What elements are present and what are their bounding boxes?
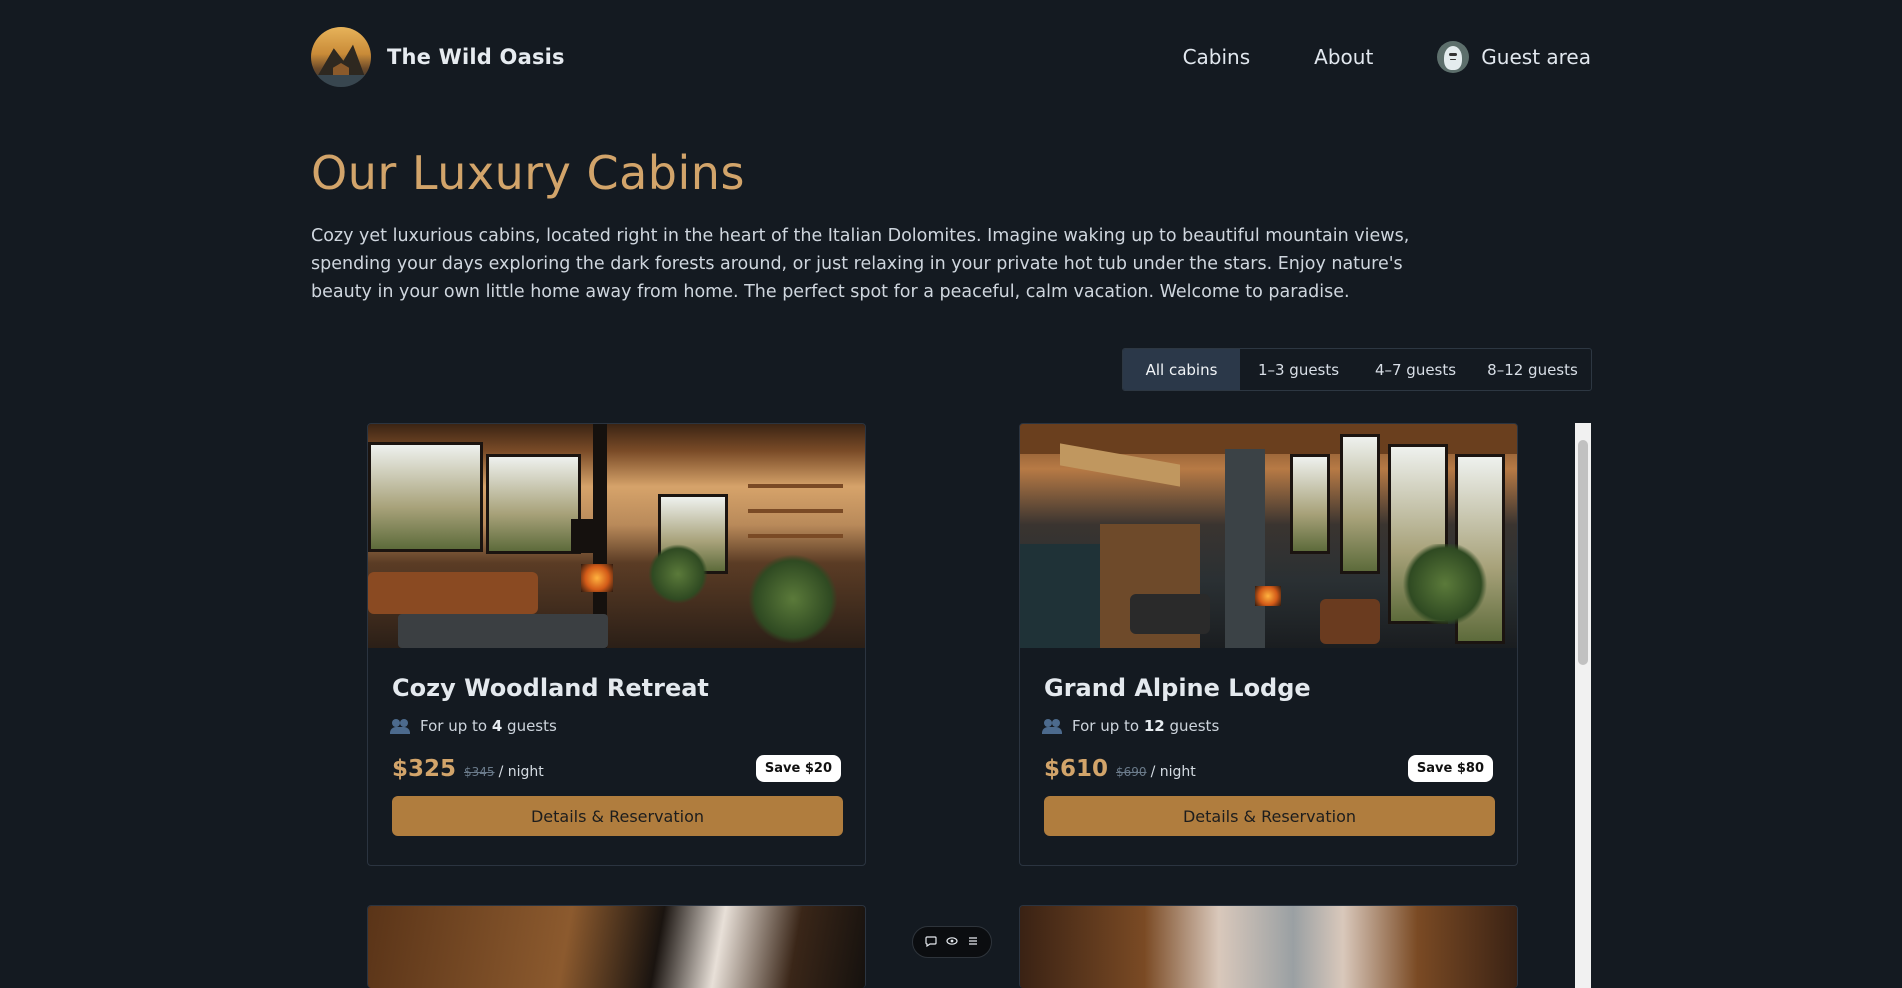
old-price: $690 <box>1116 764 1147 779</box>
menu-icon[interactable] <box>967 935 979 950</box>
cabin-image <box>1020 424 1517 648</box>
nav-guest-area[interactable]: Guest area <box>1437 41 1591 73</box>
page-title: Our Luxury Cabins <box>311 146 745 200</box>
cabin-card-partial <box>367 905 866 988</box>
main-nav: Cabins About Guest area <box>1183 41 1591 73</box>
discount-badge: Save $80 <box>1407 755 1493 782</box>
cabin-capacity: For up to 4 guests <box>390 717 841 735</box>
capacity-count: 12 <box>1143 717 1165 735</box>
page-intro: Cozy yet luxurious cabins, located right… <box>311 226 1410 302</box>
cabin-name: Grand Alpine Lodge <box>1044 674 1311 702</box>
guest-area-label: Guest area <box>1481 45 1591 69</box>
old-price: $345 <box>464 764 495 779</box>
users-icon <box>390 719 410 734</box>
nav-cabins[interactable]: Cabins <box>1183 45 1251 69</box>
brand-name: The Wild Oasis <box>387 45 565 69</box>
comment-icon[interactable] <box>925 935 937 950</box>
capacity-filter: All cabins 1–3 guests 4–7 guests 8–12 gu… <box>1122 348 1592 391</box>
cabin-name: Cozy Woodland Retreat <box>392 674 709 702</box>
filter-8-12[interactable]: 8–12 guests <box>1474 349 1591 390</box>
cabin-card: Grand Alpine Lodge For up to 12 guests $… <box>1019 423 1518 866</box>
cabin-image <box>1020 906 1517 988</box>
floating-toolbar <box>912 926 992 958</box>
cabin-image <box>368 424 865 648</box>
nav-about[interactable]: About <box>1314 45 1373 69</box>
logo <box>311 27 371 87</box>
site-header: The Wild Oasis Cabins About Guest area <box>311 27 1591 87</box>
per-night: / night <box>1150 763 1196 780</box>
cabin-card: Cozy Woodland Retreat For up to 4 guests… <box>367 423 866 866</box>
capacity-count: 4 <box>491 717 503 735</box>
details-reservation-button[interactable]: Details & Reservation <box>1044 796 1495 836</box>
users-icon <box>1042 719 1062 734</box>
price: $325 <box>392 755 457 782</box>
price-row: $610 $690 / night Save $80 <box>1044 755 1493 782</box>
eye-icon[interactable] <box>946 935 958 950</box>
discount-badge: Save $20 <box>755 755 841 782</box>
price: $610 <box>1044 755 1109 782</box>
brand-link[interactable]: The Wild Oasis <box>311 27 565 87</box>
filter-all[interactable]: All cabins <box>1123 349 1240 390</box>
filter-4-7[interactable]: 4–7 guests <box>1357 349 1474 390</box>
filter-1-3[interactable]: 1–3 guests <box>1240 349 1357 390</box>
price-row: $325 $345 / night Save $20 <box>392 755 841 782</box>
scrollbar-thumb[interactable] <box>1578 440 1588 665</box>
avatar <box>1437 41 1470 73</box>
cabin-card-partial <box>1019 905 1518 988</box>
details-reservation-button[interactable]: Details & Reservation <box>392 796 843 836</box>
cabin-image <box>368 906 865 988</box>
cabin-capacity: For up to 12 guests <box>1042 717 1493 735</box>
per-night: / night <box>498 763 544 780</box>
